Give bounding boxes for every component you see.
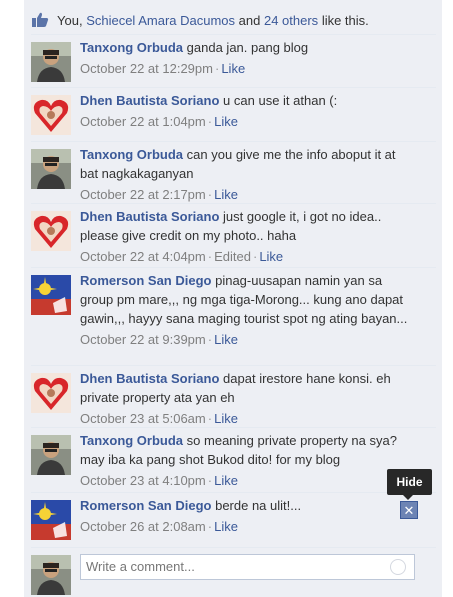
comment-author[interactable]: Dhen Bautista Soriano [80,93,219,108]
comment-item: Tanxong Orbuda ganda jan. pang blog Octob… [31,34,436,82]
avatar[interactable] [31,435,71,475]
comment-item: Romerson San Diego berde na ulit!... Octo… [31,492,436,540]
avatar[interactable] [31,211,71,251]
comment-text: berde na ulit!... [215,498,302,513]
thumbs-up-icon[interactable] [31,12,49,28]
comment-time[interactable]: October 22 at 1:04pm [80,114,206,129]
comment-time[interactable]: October 23 at 4:10pm [80,473,206,488]
comment-author[interactable]: Dhen Bautista Soriano [80,209,219,224]
comment-placeholder: Write a comment... [86,559,195,574]
others-link[interactable]: 24 others [264,13,318,28]
hide-tooltip: Hide [387,469,432,495]
avatar [31,555,71,595]
comment-body: Romerson San Diego berde na ulit!... Octo… [80,496,410,536]
comment-item: Tanxong Orbuda can you give me the info … [31,141,436,202]
comment-body: Tanxong Orbuda ganda jan. pang blog Octob… [80,38,410,78]
comment-meta: October 23 at 5:06am · Like [80,409,410,428]
separator-dot: · [207,249,213,264]
comment-body: Tanxong Orbuda can you give me the info … [80,145,410,204]
comment-body: Dhen Bautista Soriano u can use it athan… [80,91,410,131]
comment-time[interactable]: October 22 at 4:04pm [80,249,206,264]
comment-time[interactable]: October 26 at 2:08am [80,519,206,534]
likes-middle: and [238,12,261,28]
comment-author[interactable]: Tanxong Orbuda [80,40,183,55]
separator-dot: · [207,411,213,426]
like-link[interactable]: Like [214,187,238,202]
comment-meta: October 26 at 2:08am · Like [80,517,410,536]
like-link[interactable]: Like [214,473,238,488]
avatar[interactable] [31,373,71,413]
comment-meta: October 22 at 12:29pm · Like [80,59,410,78]
comment-meta: October 22 at 9:39pm · Like [80,330,410,349]
liker-link[interactable]: Schiecel Amara Dacumos [86,13,235,28]
comment-body: Tanxong Orbuda so meaning private proper… [80,431,410,490]
edited-label[interactable]: Edited [214,249,251,264]
comment-author[interactable]: Tanxong Orbuda [80,433,183,448]
avatar[interactable] [31,42,71,82]
separator-dot: · [207,473,213,488]
comment-author[interactable]: Tanxong Orbuda [80,147,183,162]
comment-body: Romerson San Diego pinag-uusapan namin y… [80,271,410,349]
separator-dot: · [207,332,213,347]
comment-meta: October 22 at 2:17pm · Like [80,185,410,204]
comment-author[interactable]: Romerson San Diego [80,273,211,288]
write-comment-row: Write a comment... [31,547,436,595]
emoticon-icon[interactable] [390,559,406,575]
separator-dot: · [207,519,213,534]
like-link[interactable]: Like [214,114,238,129]
comment-meta: October 22 at 4:04pm · Edited · Like [80,247,410,266]
separator-dot: · [207,114,213,129]
comment-item: Dhen Bautista Soriano dapat irestore han… [31,365,436,426]
likes-suffix: like this. [321,12,369,28]
like-link[interactable]: Like [259,249,283,264]
tooltip-arrow [403,495,413,500]
comment-time[interactable]: October 22 at 2:17pm [80,187,206,202]
comment-text: ganda jan. pang blog [186,40,309,55]
likes-prefix: You, [57,12,83,28]
like-link[interactable]: Like [214,332,238,347]
close-x-icon: ✕ [403,502,415,518]
like-link[interactable]: Like [214,411,238,426]
like-link[interactable]: Like [221,61,245,76]
comment-item: Dhen Bautista Soriano just google it, i … [31,203,436,264]
comment-time[interactable]: October 23 at 5:06am [80,411,206,426]
avatar[interactable] [31,500,71,540]
avatar[interactable] [31,149,71,189]
comment-body: Dhen Bautista Soriano just google it, i … [80,207,410,266]
comment-item: Tanxong Orbuda so meaning private proper… [31,427,436,488]
avatar[interactable] [31,95,71,135]
separator-dot: · [207,187,213,202]
comment-item: Romerson San Diego pinag-uusapan namin y… [31,267,436,347]
likes-summary: You, Schiecel Amara Dacumos and 24 other… [31,10,369,30]
hide-comment-button[interactable]: ✕ [400,501,418,519]
avatar[interactable] [31,275,71,315]
comment-meta: October 23 at 4:10pm · Like [80,471,410,490]
comment-author[interactable]: Romerson San Diego [80,498,211,513]
comment-author[interactable]: Dhen Bautista Soriano [80,371,219,386]
comment-input[interactable]: Write a comment... [80,554,415,580]
comment-meta: October 22 at 1:04pm · Like [80,112,410,131]
comment-body: Dhen Bautista Soriano dapat irestore han… [80,369,410,428]
comment-item: Dhen Bautista Soriano u can use it athan… [31,87,436,135]
like-link[interactable]: Like [214,519,238,534]
comment-time[interactable]: October 22 at 9:39pm [80,332,206,347]
comment-text: u can use it athan (: [223,93,338,108]
comment-time[interactable]: October 22 at 12:29pm [80,61,213,76]
